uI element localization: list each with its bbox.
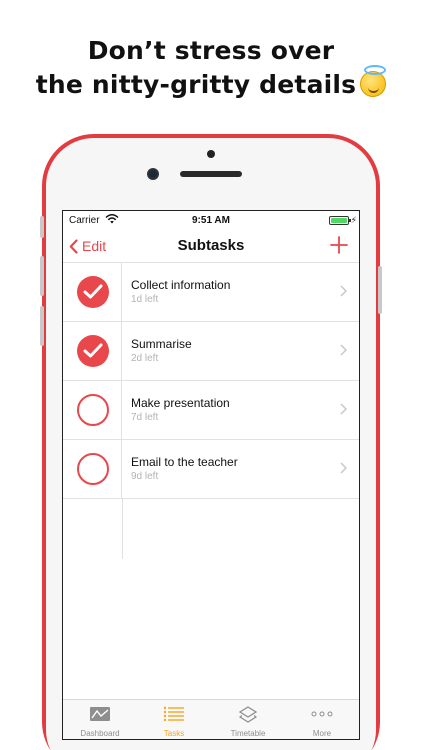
status-bar: Carrier 9:51 AM ⚡ [63,211,359,229]
check-cell [63,440,122,499]
tab-label: Dashboard [80,729,120,738]
subtask-title: Email to the teacher [131,455,238,469]
side-button-volume-up [40,256,44,296]
headline-line-1: Don’t stress over [87,36,335,65]
earpiece-speaker [180,171,242,177]
smiling-halo-emoji-icon [360,65,387,97]
subtask-title: Summarise [131,337,192,351]
completed-check-button[interactable] [77,276,109,308]
list-icon [163,706,184,722]
tab-bar: Dashboard Tasks Timetable More [63,699,359,739]
chevron-right-icon [340,462,347,474]
battery-icon [329,216,351,225]
list-divider-tail [122,499,123,559]
tab-label: Timetable [230,729,266,738]
subtask-row-3[interactable]: Make presentation 7d left [63,381,359,440]
navigation-bar: Edit Subtasks [63,229,359,263]
side-button-power [378,266,382,314]
subtask-row-4[interactable]: Email to the teacher 9d left [63,440,359,499]
charging-bolt-icon: ⚡ [350,215,357,225]
side-button-mute [40,216,44,238]
add-subtask-button[interactable] [329,235,349,255]
subtask-row-1[interactable]: Collect information 1d left [63,263,359,322]
ellipsis-icon [311,711,333,717]
tab-timetable[interactable]: Timetable [211,700,285,739]
tab-tasks[interactable]: Tasks [137,700,211,739]
headline: Don’t stress over the nitty-gritty detai… [0,34,422,102]
status-time: 9:51 AM [192,215,230,226]
app-screen: Carrier 9:51 AM ⚡ Edit Subtasks Collect … [62,210,360,740]
check-cell [63,322,122,381]
proximity-sensor [207,150,215,158]
subtask-due: 7d left [131,412,159,423]
tab-dashboard[interactable]: Dashboard [63,700,137,739]
chart-icon [90,707,110,721]
front-camera [147,168,159,180]
chevron-right-icon [340,285,347,297]
subtask-list: Collect information 1d left Summarise 2d… [63,263,359,559]
incomplete-check-button[interactable] [77,394,109,426]
tab-label: More [312,729,332,738]
side-button-volume-down [40,306,44,346]
subtask-row-2[interactable]: Summarise 2d left [63,322,359,381]
tab-label: Tasks [163,729,185,738]
subtask-due: 2d left [131,353,159,364]
layers-icon [239,706,257,723]
subtask-due: 9d left [131,471,159,482]
plus-icon [330,236,348,254]
checkmark-icon [83,284,103,299]
page-title: Subtasks [177,237,245,254]
headline-line-2-text: the nitty-gritty details [35,70,357,99]
completed-check-button[interactable] [77,335,109,367]
check-cell [63,263,122,322]
chevron-right-icon [340,344,347,356]
chevron-right-icon [340,403,347,415]
subtask-title: Collect information [131,278,231,292]
tab-more[interactable]: More [285,700,359,739]
check-cell [63,381,122,440]
incomplete-check-button[interactable] [77,453,109,485]
subtask-due: 1d left [131,294,159,305]
subtask-title: Make presentation [131,396,230,410]
headline-line-2: the nitty-gritty details [0,65,422,102]
checkmark-icon [83,343,103,358]
